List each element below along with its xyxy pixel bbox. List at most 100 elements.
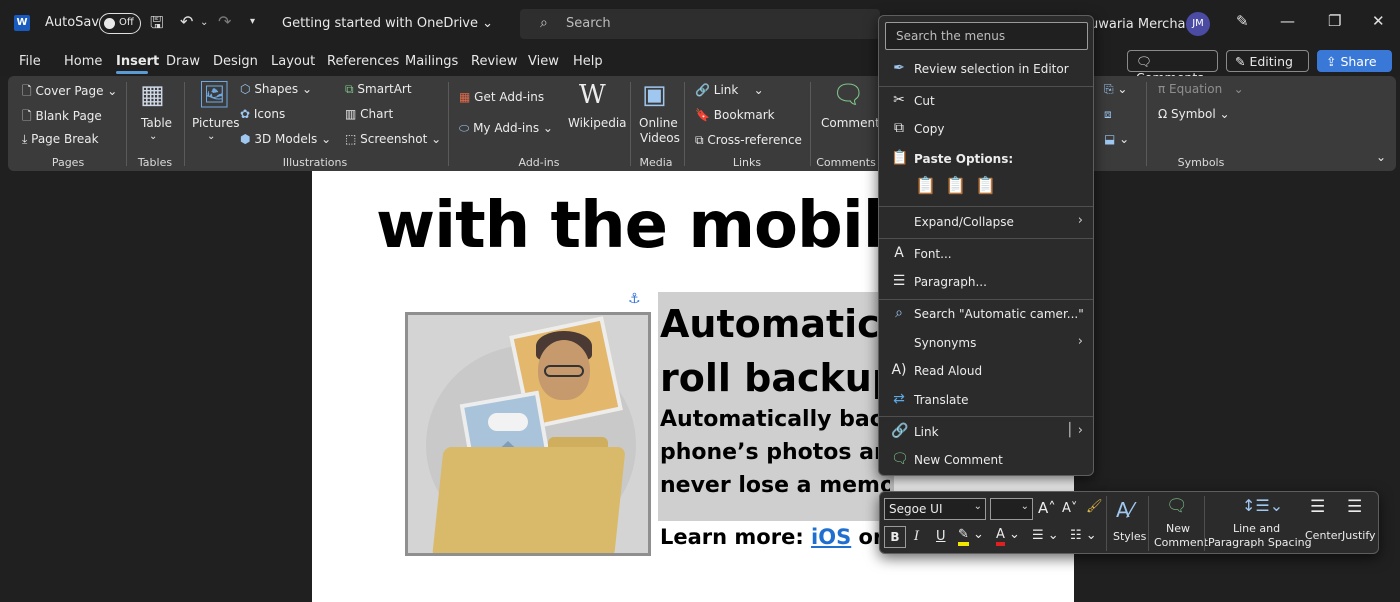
chevron-down-icon[interactable]: ⌄ xyxy=(207,131,215,142)
ios-link[interactable]: iOS xyxy=(811,525,851,549)
italic-button[interactable]: I xyxy=(914,529,919,544)
justify-button[interactable]: Justify xyxy=(1342,529,1376,542)
cross-reference-button[interactable]: ⧉ Cross-reference xyxy=(695,133,802,148)
undo-icon[interactable]: ↶ xyxy=(180,12,193,31)
paste-merge-formatting-icon[interactable]: 📋 xyxy=(945,176,966,196)
table-button[interactable]: Table xyxy=(141,116,172,130)
menu-item-copy[interactable]: ⧉ Copy xyxy=(879,116,1093,142)
online-videos-button[interactable]: Online xyxy=(639,116,678,130)
3d-models-button[interactable]: ⬢ 3D Models ⌄ xyxy=(240,132,331,146)
menu-item-translate[interactable]: ⇄ Translate xyxy=(879,387,1093,413)
tab-review[interactable]: Review xyxy=(471,54,517,69)
menu-item-review-selection[interactable]: ✒ Review selection in Editor xyxy=(879,56,1093,82)
autosave-toggle[interactable]: Off xyxy=(99,13,141,34)
underline-button[interactable]: U xyxy=(936,529,946,544)
new-comment-button-line2[interactable]: Comment xyxy=(1154,536,1208,549)
grow-font-icon[interactable]: A˄ xyxy=(1038,499,1056,517)
document-title[interactable]: Getting started with OneDrive ⌄ xyxy=(282,16,493,31)
tab-view[interactable]: View xyxy=(528,54,559,69)
link-button[interactable]: 🔗 Link ⌄ xyxy=(695,83,764,97)
menu-search-input[interactable]: Search the menus xyxy=(885,22,1088,50)
table-icon[interactable]: ▦ xyxy=(140,80,165,110)
tab-references[interactable]: References xyxy=(327,54,399,69)
cover-page-button[interactable]: 🗋 Cover Page ⌄ xyxy=(22,82,117,103)
screenshot-button[interactable]: ⬚ Screenshot ⌄ xyxy=(345,132,441,146)
pictures-button[interactable]: Pictures xyxy=(192,116,240,130)
menu-item-cut[interactable]: ✂ Cut xyxy=(879,88,1093,114)
shapes-button[interactable]: ⬡ Shapes ⌄ xyxy=(240,82,312,96)
menu-item-synonyms[interactable]: Synonyms › xyxy=(879,330,1093,356)
get-addins-button[interactable]: ▦ Get Add-ins xyxy=(459,90,544,104)
menu-item-new-comment[interactable]: 🗨 New Comment xyxy=(879,447,1093,473)
tab-insert[interactable]: Insert xyxy=(116,54,159,69)
quick-parts-icon[interactable]: ⬓ ⌄ xyxy=(1104,132,1129,146)
text-box-icon[interactable]: ⧈ xyxy=(1104,107,1112,122)
menu-item-font[interactable]: A Font... xyxy=(879,241,1093,267)
equation-button[interactable]: π Equation ⌄ xyxy=(1158,82,1244,96)
tab-draw[interactable]: Draw xyxy=(166,54,200,69)
new-comment-icon[interactable]: 🗨 xyxy=(832,80,865,110)
symbol-button[interactable]: Ω Symbol ⌄ xyxy=(1158,107,1230,121)
blank-page-button[interactable]: 🗋 Blank Page xyxy=(22,107,102,128)
center-button[interactable]: Center xyxy=(1305,529,1342,542)
center-align-icon[interactable]: ☰ xyxy=(1310,497,1325,517)
menu-item-expand-collapse[interactable]: Expand/Collapse › xyxy=(879,209,1093,235)
user-name[interactable]: uwaria Merchant xyxy=(1090,17,1199,32)
chart-button[interactable]: ▥ Chart xyxy=(345,107,393,121)
numbering-icon[interactable]: ☷ ⌄ xyxy=(1070,528,1097,543)
save-icon[interactable]: 🖫 xyxy=(150,12,164,39)
wikipedia-button[interactable]: Wikipedia xyxy=(568,116,627,130)
tab-help[interactable]: Help xyxy=(573,54,603,69)
close-icon[interactable]: ✕ xyxy=(1372,12,1385,30)
line-spacing-icon[interactable]: ↕☰⌄ xyxy=(1242,496,1283,515)
smartart-button[interactable]: ⧉ SmartArt xyxy=(345,82,412,97)
menu-item-paragraph[interactable]: ☰ Paragraph... xyxy=(879,269,1093,295)
comments-button[interactable]: 🗨 Comments xyxy=(1127,50,1218,85)
styles-button[interactable]: Styles xyxy=(1113,530,1146,543)
page-break-button[interactable]: ⤓ Page Break xyxy=(22,132,99,147)
my-addins-button[interactable]: ⬭ My Add-ins ⌄ xyxy=(459,121,553,136)
font-name-select[interactable]: Segoe UI ⌄ xyxy=(884,498,986,520)
redo-icon[interactable]: ↷ xyxy=(218,12,231,31)
menu-item-read-aloud[interactable]: A) Read Aloud xyxy=(879,358,1093,384)
bold-button[interactable]: B xyxy=(884,526,906,548)
comment-button[interactable]: Comment xyxy=(821,116,880,130)
editing-button[interactable]: ✎ Editing ⌄ xyxy=(1226,50,1309,84)
icons-button[interactable]: ✿ Icons xyxy=(240,107,285,121)
header-footer-icon[interactable]: ⎘ ⌄ xyxy=(1104,82,1127,97)
font-size-select[interactable]: ⌄ xyxy=(990,498,1033,520)
tab-mailings[interactable]: Mailings xyxy=(405,54,458,69)
new-comment-button[interactable]: New xyxy=(1166,522,1190,535)
paste-keep-formatting-icon[interactable]: 📋 xyxy=(915,176,936,196)
bookmark-button[interactable]: 🔖 Bookmark xyxy=(695,108,775,122)
minimize-icon[interactable]: — xyxy=(1280,12,1295,30)
tab-home[interactable]: Home xyxy=(64,54,102,69)
restore-icon[interactable]: ❐ xyxy=(1328,12,1341,30)
styles-icon[interactable]: A⁄ xyxy=(1116,498,1133,522)
line-spacing-button[interactable]: Line and xyxy=(1233,522,1280,535)
illustration-image[interactable] xyxy=(405,312,651,556)
pen-icon[interactable]: ✎ xyxy=(1236,12,1249,30)
customize-icon[interactable]: ▾ xyxy=(250,16,255,27)
tab-file[interactable]: File xyxy=(19,54,41,69)
wikipedia-icon[interactable]: W xyxy=(579,80,606,110)
menu-item-search[interactable]: ⌕ Search "Automatic camer..." xyxy=(879,301,1093,327)
font-color-icon[interactable]: A ⌄ xyxy=(996,527,1020,546)
pictures-icon[interactable]: 🖼 xyxy=(198,80,231,110)
line-spacing-button-line2[interactable]: Paragraph Spacing xyxy=(1208,536,1312,549)
share-button[interactable]: ⇪ Share ⌄ xyxy=(1317,50,1392,84)
highlight-icon[interactable]: ✎ ⌄ xyxy=(958,527,984,546)
paste-text-only-icon[interactable]: 📋 xyxy=(975,176,996,196)
tab-layout[interactable]: Layout xyxy=(271,54,315,69)
justify-icon[interactable]: ☰ xyxy=(1347,497,1362,517)
bullets-icon[interactable]: ☰ ⌄ xyxy=(1032,528,1059,543)
online-videos-button-line2[interactable]: Videos xyxy=(640,131,680,145)
undo-dropdown-icon[interactable]: ⌄ xyxy=(200,17,208,28)
avatar[interactable]: JM xyxy=(1186,12,1210,36)
tab-design[interactable]: Design xyxy=(213,54,258,69)
chevron-down-icon[interactable]: ⌄ xyxy=(149,131,157,142)
menu-item-link[interactable]: 🔗 Link │ › xyxy=(879,419,1093,445)
online-videos-icon[interactable]: ▣ xyxy=(642,80,667,110)
shrink-font-icon[interactable]: A˅ xyxy=(1062,501,1077,516)
collapse-ribbon-icon[interactable]: ⌄ xyxy=(1376,150,1386,164)
